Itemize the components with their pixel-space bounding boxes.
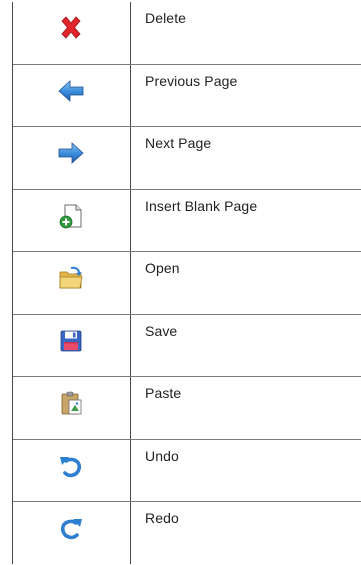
arrow-left-icon [58,79,84,102]
row-label: Paste [145,385,182,401]
undo-icon [60,456,82,477]
icon-cell [13,2,130,64]
table-row-open: Open [13,252,361,315]
row-label: Next Page [145,135,212,151]
table-row-delete: Delete [13,2,361,65]
clipboard-icon [61,391,82,415]
table-row-undo: Undo [13,440,361,502]
row-label: Save [145,322,178,339]
row-label: Redo [145,510,179,526]
icon-cell [13,190,130,252]
row-label: Delete [145,10,187,26]
table-row-paste: Paste [13,377,361,440]
folder-open-icon [59,266,83,289]
row-label: Open [145,260,180,276]
blank-page-icon [59,204,82,228]
icon-cell [13,502,130,564]
redo-icon [60,519,82,540]
table-row-save: Save [13,315,361,377]
icon-cell [13,377,130,439]
toolbar-icon-table: Previous Page Next Page Insert Blank Pag… [12,2,361,564]
table-row-next-page: Next Page [13,127,361,190]
row-label: Undo [145,447,179,464]
floppy-disk-icon [60,330,82,351]
table-row-previous-page: Previous Page [13,65,361,127]
row-label: Insert Blank Page [145,197,258,214]
row-label: Previous Page [145,72,238,89]
icon-cell [13,252,130,314]
icon-cell [13,440,130,502]
table-row-redo: Redo [13,502,361,565]
icon-cell [13,65,130,127]
icon-cell [13,315,130,377]
icon-cell [13,127,130,189]
delete-x-icon [61,16,81,39]
table-row-insert-blank-page: Insert Blank Page [13,190,361,252]
arrow-right-icon [58,142,84,164]
